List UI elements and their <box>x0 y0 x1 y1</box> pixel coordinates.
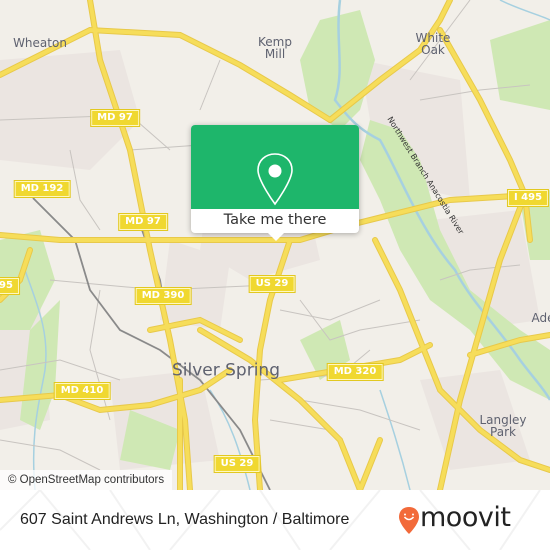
footer: 607 Saint Andrews Ln, Washington / Balti… <box>0 490 550 550</box>
route-shield-us29-north: US 29 <box>248 275 296 293</box>
route-shield-i495-east: I 495 <box>506 189 550 207</box>
place-label-white-oak: White Oak <box>415 31 451 57</box>
place-label-wheaton: Wheaton <box>13 36 67 50</box>
moovit-pin-icon <box>399 507 419 534</box>
map-attribution[interactable]: © OpenStreetMap contributors <box>0 470 173 490</box>
popup-tail <box>268 233 284 241</box>
map-base <box>0 0 550 490</box>
map[interactable]: Wheaton Kemp Mill White Oak Silver Sprin… <box>0 0 550 490</box>
route-shield-md192: MD 192 <box>13 180 71 198</box>
route-shield-md97-north: MD 97 <box>90 109 140 127</box>
place-label-kemp-mill: Kemp Mill <box>258 35 292 61</box>
popup-header <box>191 125 359 209</box>
place-label-adelphi: Ade <box>531 311 550 325</box>
map-pin-icon <box>257 153 293 206</box>
route-shield-md390: MD 390 <box>134 287 192 305</box>
route-shield-i495-west: 95 <box>0 277 20 295</box>
route-shield-md320: MD 320 <box>326 363 384 381</box>
place-label-silver-spring: Silver Spring <box>171 360 281 381</box>
take-me-there-button[interactable]: Take me there <box>191 209 359 233</box>
address-text: 607 Saint Andrews Ln, Washington / Balti… <box>20 511 350 528</box>
place-label-langley-park: Langley Park <box>479 413 527 439</box>
route-shield-md410: MD 410 <box>53 382 111 400</box>
route-shield-md97-south: MD 97 <box>118 213 168 231</box>
route-shield-us29-south: US 29 <box>213 455 261 473</box>
location-popup: Take me there <box>191 125 359 241</box>
moovit-wordmark: moovit <box>420 502 511 533</box>
